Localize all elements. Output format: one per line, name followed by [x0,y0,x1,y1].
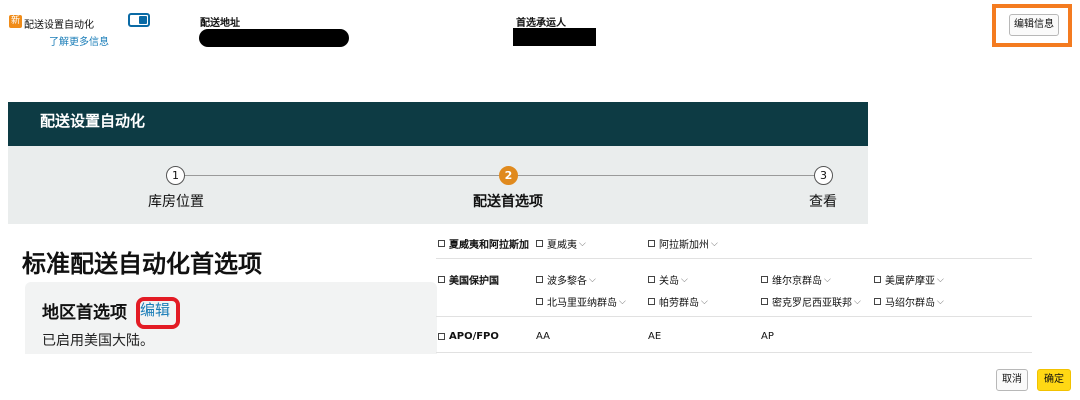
option-label: 美国保护国 [449,276,499,287]
toggle-knob [139,16,147,24]
checkbox[interactable] [648,276,655,283]
wizard-title: 配送设置自动化 [40,112,146,130]
option-label: 波多黎各 [547,276,587,287]
carrier-label: 首选承运人 [516,18,566,29]
chevron-down-icon[interactable]: ⌵ [681,275,688,285]
checkbox[interactable] [874,276,881,283]
edit-info-button[interactable]: 编辑信息 [1009,14,1059,36]
option-label: 关岛 [659,276,679,287]
option-label: 美属萨摩亚 [885,276,935,287]
wizard-steps [8,146,868,224]
step-3-label: 查看 [809,194,837,210]
chevron-down-icon[interactable]: ⌵ [824,275,831,285]
checkbox[interactable] [648,240,655,247]
option-apo-fpo[interactable]: APO/FPO [438,331,499,342]
learn-more-link[interactable]: 了解更多信息 [49,33,109,48]
option-label: 维尔京群岛 [772,276,822,287]
option-hawaii[interactable]: 夏威夷 ⌵ [536,236,586,251]
option-us-protectorates[interactable]: 美国保护国 [438,272,499,287]
checkbox[interactable] [761,276,768,283]
option-label: APO/FPO [449,331,499,342]
divider [436,352,1032,353]
apo-value-ap: AP [761,331,774,342]
step-1-label: 库房位置 [148,194,204,210]
checkbox[interactable] [874,298,881,305]
step-2-circle: 2 [499,166,518,185]
option-label: 夏威夷和阿拉斯加 [449,240,529,251]
option-label: 夏威夷 [547,240,577,251]
page-heading: 标准配送自动化首选项 [22,250,262,278]
option-hawaii-alaska[interactable]: 夏威夷和阿拉斯加 [438,236,529,251]
address-label: 配送地址 [200,18,240,29]
chevron-down-icon[interactable]: ⌵ [579,239,586,249]
chevron-down-icon[interactable]: ⌵ [619,297,626,307]
address-redacted [199,29,349,47]
divider [436,316,1032,317]
option-label: 阿拉斯加州 [659,240,709,251]
step-1-circle: 1 [166,166,185,185]
region-title: 地区首选项 [42,303,127,323]
option-palau[interactable]: 帕劳群岛 ⌵ [648,294,708,309]
step-3-circle: 3 [814,166,833,185]
automation-label: 配送设置自动化 [24,20,94,31]
checkbox[interactable] [761,298,768,305]
option-label: 马绍尔群岛 [885,298,935,309]
option-label: 帕劳群岛 [659,298,699,309]
option-micronesia[interactable]: 密克罗尼西亚联邦 ⌵ [761,294,861,309]
cancel-button[interactable]: 取消 [996,369,1028,391]
new-badge: 新 [9,15,22,28]
option-puerto-rico[interactable]: 波多黎各 ⌵ [536,272,596,287]
option-alaska[interactable]: 阿拉斯加州 ⌵ [648,236,718,251]
checkbox[interactable] [438,333,445,340]
option-guam[interactable]: 关岛 ⌵ [648,272,688,287]
chevron-down-icon[interactable]: ⌵ [854,297,861,307]
checkbox[interactable] [438,240,445,247]
region-status: 已启用美国大陆。 [42,333,154,349]
option-northern-mariana[interactable]: 北马里亚纳群岛 ⌵ [536,294,626,309]
chevron-down-icon[interactable]: ⌵ [711,239,718,249]
option-virgin-islands[interactable]: 维尔京群岛 ⌵ [761,272,831,287]
chevron-down-icon[interactable]: ⌵ [701,297,708,307]
confirm-button[interactable]: 确定 [1037,369,1071,391]
option-american-samoa[interactable]: 美属萨摩亚 ⌵ [874,272,944,287]
option-marshall-islands[interactable]: 马绍尔群岛 ⌵ [874,294,944,309]
chevron-down-icon[interactable]: ⌵ [589,275,596,285]
checkbox[interactable] [648,298,655,305]
option-label: 北马里亚纳群岛 [547,298,617,309]
region-edit-highlight [136,297,180,329]
apo-value-aa: AA [536,331,550,342]
step-2-label: 配送首选项 [473,194,543,210]
checkbox[interactable] [438,276,445,283]
automation-toggle[interactable] [128,13,150,27]
apo-value-ae: AE [648,331,662,342]
carrier-redacted [513,28,596,46]
option-label: 密克罗尼西亚联邦 [772,298,852,309]
checkbox[interactable] [536,240,543,247]
checkbox[interactable] [536,276,543,283]
chevron-down-icon[interactable]: ⌵ [937,297,944,307]
checkbox[interactable] [536,298,543,305]
divider [436,258,1032,259]
chevron-down-icon[interactable]: ⌵ [937,275,944,285]
